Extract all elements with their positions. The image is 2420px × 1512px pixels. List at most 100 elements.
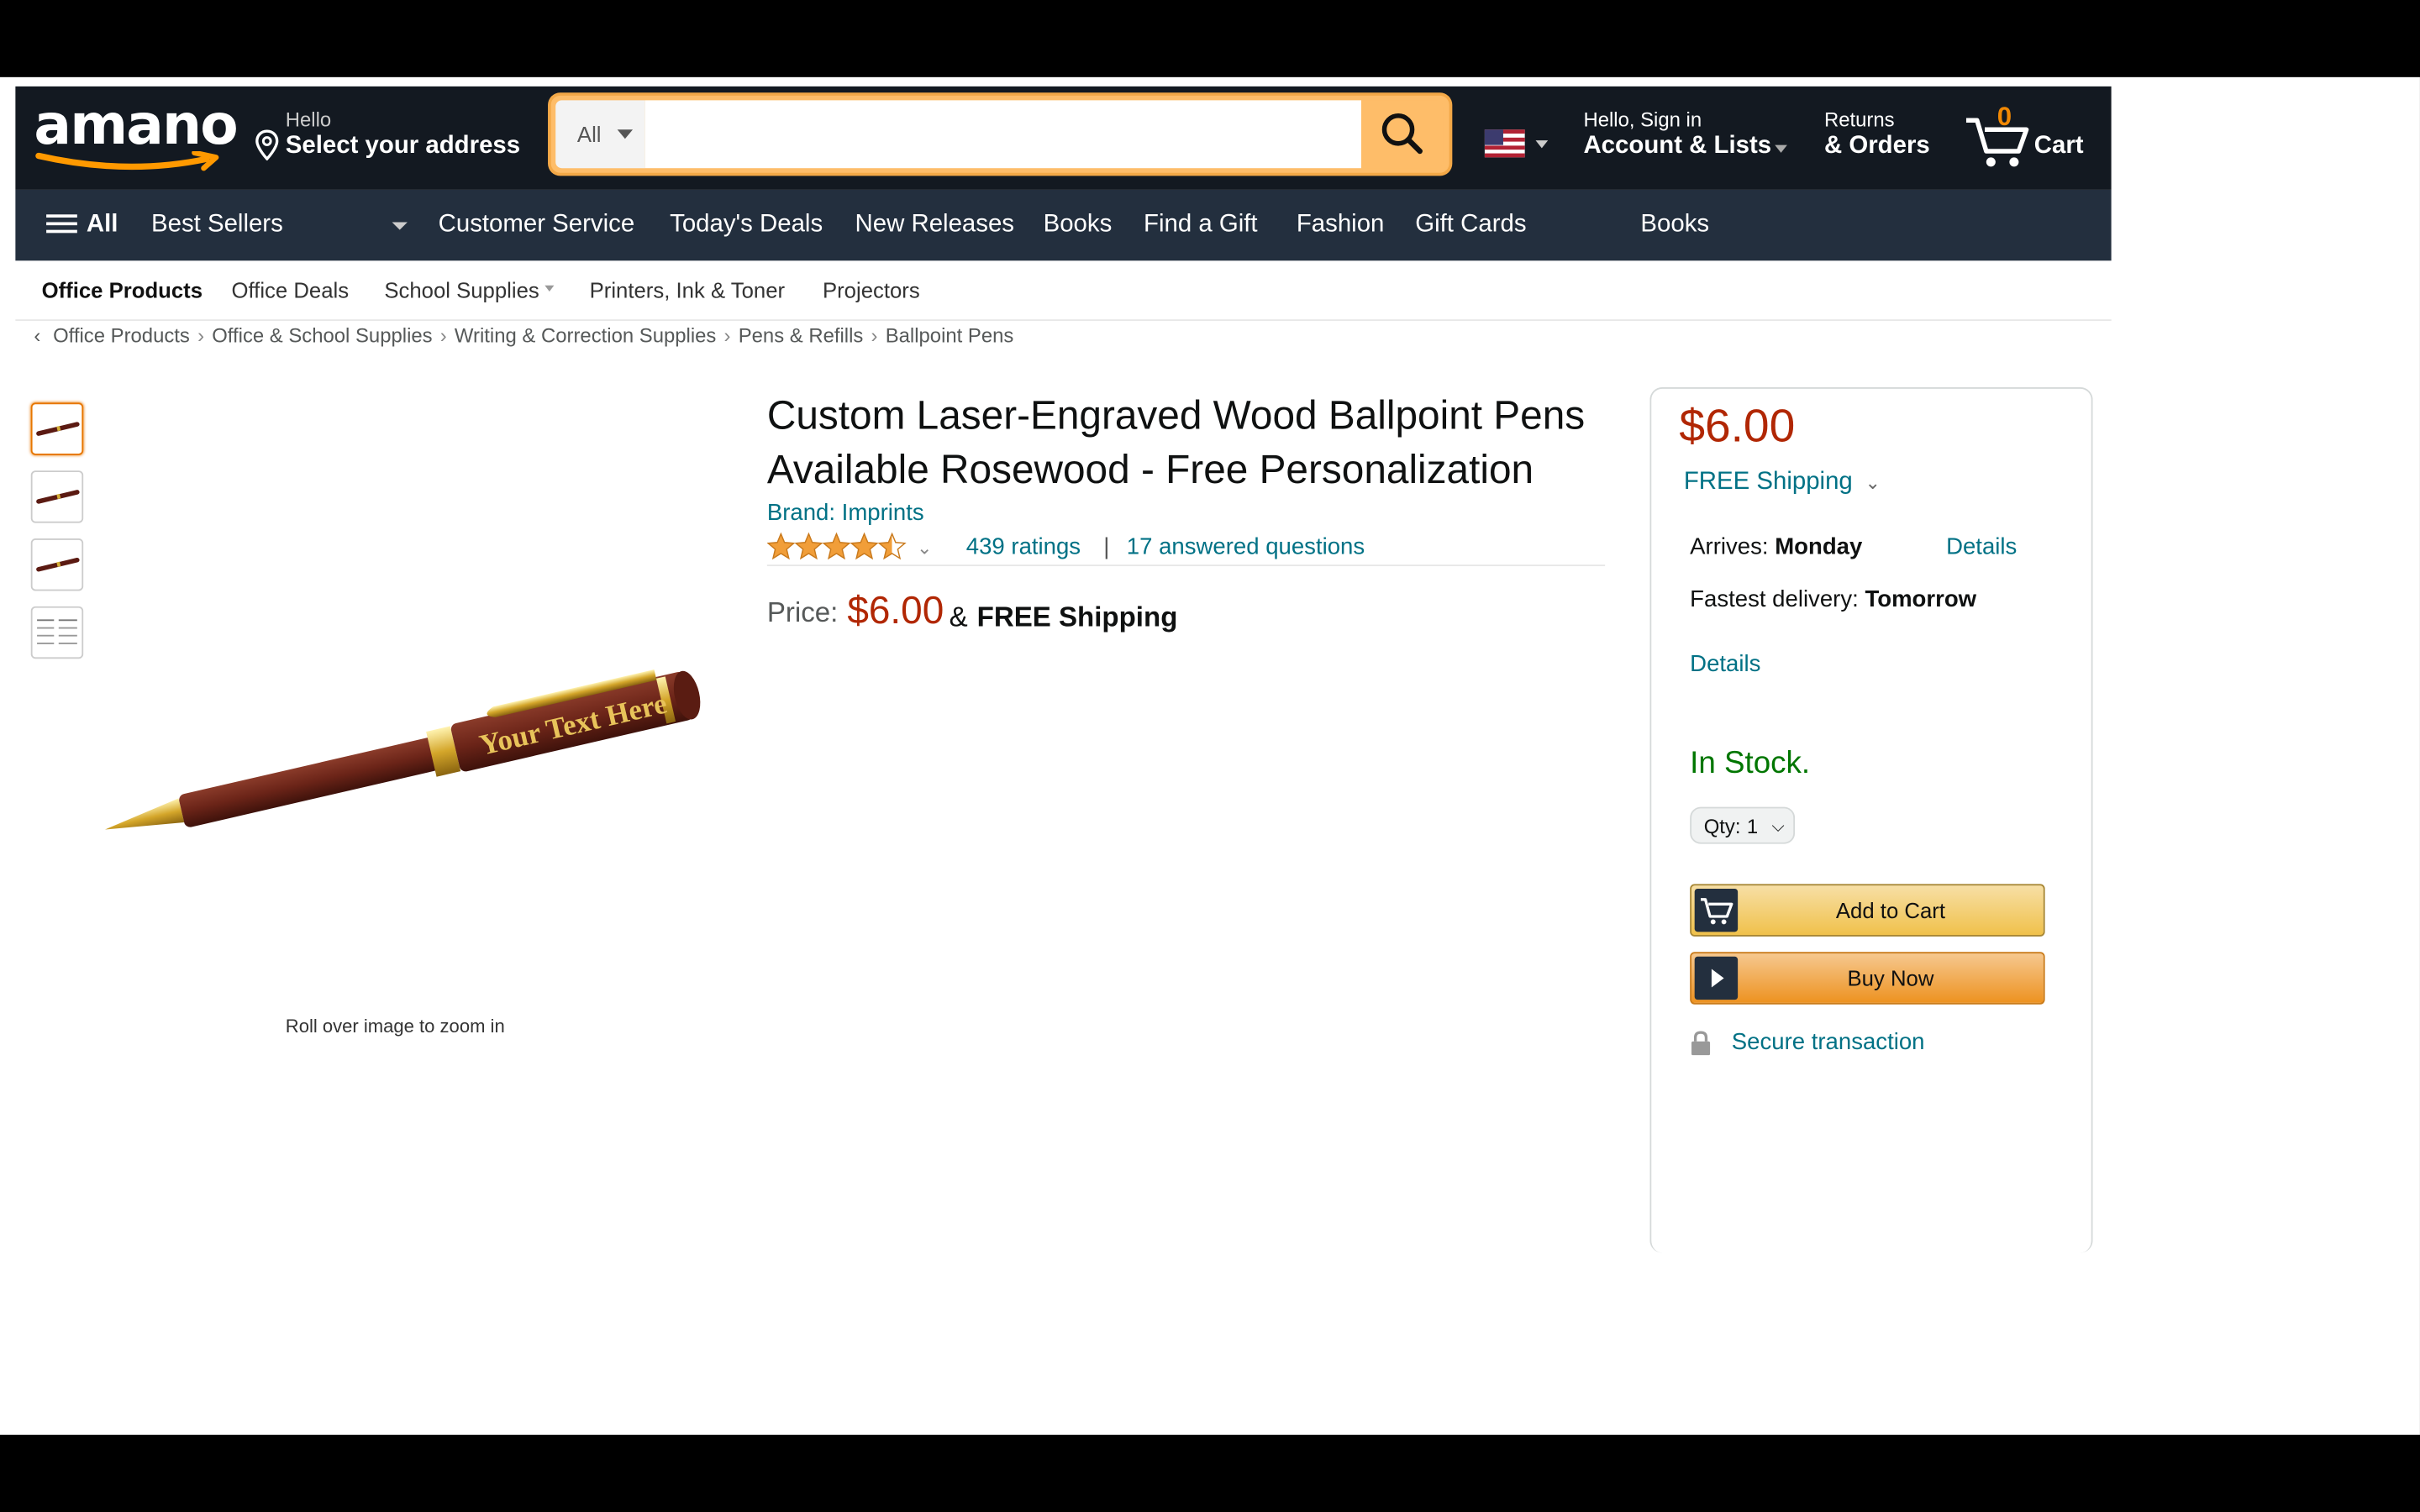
address-selector[interactable]: Hello Select your address <box>255 108 548 170</box>
breadcrumb: ‹ Office Products › Office & School Supplie… <box>34 324 1013 355</box>
nav-new-releases[interactable]: New Releases <box>855 190 1014 260</box>
subnav-office-products[interactable]: Office Products <box>42 260 203 319</box>
price-label: Price: <box>766 596 839 628</box>
nav-customer-service[interactable]: Customer Service <box>439 190 635 260</box>
breadcrumb-item[interactable]: Office & School Supplies <box>212 324 432 348</box>
arrives-info: Arrives: Monday <box>1690 533 1862 559</box>
search-category-label: All <box>576 122 602 147</box>
thumbnail-1[interactable] <box>30 402 84 455</box>
language-selector[interactable] <box>1481 127 1559 160</box>
chart-thumbnail-icon <box>37 619 77 644</box>
fastest-delivery-info: Fastest delivery: Tomorrow <box>1690 586 1976 612</box>
chevron-right-icon: › <box>197 323 205 348</box>
pen-thumbnail-icon <box>36 422 80 436</box>
chevron-down-icon[interactable] <box>392 222 408 230</box>
chevron-down-icon <box>617 129 634 139</box>
logo-text: amano <box>34 94 238 158</box>
location-pin-icon <box>255 129 279 161</box>
arrives-day: Monday <box>1775 533 1863 560</box>
pen-thumbnail-icon <box>36 557 80 572</box>
nav-find-a-gift[interactable]: Find a Gift <box>1144 190 1258 260</box>
subnav-projectors[interactable]: Projectors <box>823 260 920 319</box>
product-title: Custom Laser-Engraved Wood Ballpoint Pen… <box>766 391 1586 492</box>
subnav-office-deals[interactable]: Office Deals <box>232 260 350 319</box>
thumbnail-3[interactable] <box>30 538 84 591</box>
ratings-link[interactable]: 439 ratings <box>966 533 1081 559</box>
qty-value: 1 <box>1746 814 1759 838</box>
fastest-details-link[interactable]: Details <box>1690 651 1760 677</box>
chevron-down-icon[interactable]: ⌄ <box>917 537 932 559</box>
breadcrumb-item[interactable]: Pens & Refills <box>739 324 864 348</box>
all-label: All <box>86 211 118 238</box>
product-image[interactable]: Your Text Here <box>85 617 718 864</box>
free-shipping-label: FREE Shipping <box>976 601 1178 633</box>
hamburger-icon <box>46 209 77 234</box>
letterbox-top <box>0 0 2420 77</box>
chevron-right-icon: › <box>723 323 731 348</box>
smile-icon <box>35 150 219 171</box>
logo[interactable]: amano <box>34 94 239 173</box>
account-greeting: Hello, Sign in <box>1583 108 1702 132</box>
arrives-label: Arrives: <box>1690 533 1769 560</box>
search-category-dropdown[interactable]: All <box>555 100 645 169</box>
stock-status: In Stock. <box>1690 746 1811 781</box>
star-rating-icon[interactable] <box>767 531 909 562</box>
fastest-day: Tomorrow <box>1865 585 1977 613</box>
secure-transaction-label: Secure transaction <box>1731 1029 1925 1056</box>
fastest-label: Fastest delivery: <box>1690 585 1859 613</box>
buy-now-label: Buy Now <box>1847 965 1934 991</box>
delivery-details-link[interactable]: Details <box>1946 533 2017 559</box>
quantity-select[interactable]: Qty: 1 ⌵ <box>1690 806 1796 844</box>
search-bar: All <box>550 95 1449 173</box>
pen-image: Your Text Here <box>104 669 701 830</box>
buybox-shipping-link[interactable]: FREE Shipping ⌄ <box>1684 469 1881 496</box>
buybox-shipping-label: FREE Shipping <box>1683 469 1853 496</box>
us-flag-icon <box>1484 129 1549 158</box>
returns-label: Returns <box>1823 108 1895 132</box>
search-icon <box>1381 113 1423 155</box>
subnav-printers[interactable]: Printers, Ink & Toner <box>590 260 785 319</box>
returns-orders-link[interactable]: Returns & Orders <box>1824 108 1963 170</box>
breadcrumb-back-icon[interactable]: ‹ <box>34 324 40 348</box>
account-label: Account & Lists <box>1583 132 1772 160</box>
nav-todays-deals[interactable]: Today's Deals <box>670 190 823 260</box>
chevron-down-icon <box>1775 144 1787 153</box>
subnav-school-supplies[interactable]: School Supplies <box>384 260 555 319</box>
cart-button[interactable]: 0 Cart <box>1963 102 2102 176</box>
add-to-cart-button[interactable]: Add to Cart <box>1690 884 2045 937</box>
rating-row: ⌄ 439 ratings | 17 answered questions <box>766 531 1606 567</box>
cart-label: Cart <box>2033 132 2084 160</box>
nav-best-sellers[interactable]: Best Sellers <box>151 190 283 260</box>
search-input[interactable] <box>644 100 1361 169</box>
address-label: Select your address <box>285 132 521 160</box>
nav-fashion[interactable]: Fashion <box>1297 190 1385 260</box>
brand-link[interactable]: Brand: Imprints <box>767 500 924 526</box>
buy-now-button[interactable]: Buy Now <box>1690 952 2045 1005</box>
account-menu[interactable]: Hello, Sign in Account & Lists <box>1583 108 1815 170</box>
chevron-down-icon: ⌄ <box>1865 472 1881 494</box>
search-button[interactable] <box>1362 100 1444 169</box>
header: amano Hello Select your address All Hell… <box>15 86 2112 190</box>
chevron-right-icon: › <box>871 323 878 348</box>
product-page: amano Hello Select your address All Hell… <box>0 76 2420 1436</box>
thumbnail-4[interactable] <box>30 606 84 659</box>
letterbox-bottom <box>0 1435 2420 1512</box>
breadcrumb-item[interactable]: Writing & Correction Supplies <box>455 324 716 348</box>
subnav-school-supplies-label: School Supplies <box>384 277 539 302</box>
buy-box: $6.00 FREE Shipping ⌄ Arrives: Monday Det… <box>1649 387 2093 1253</box>
qty-label: Qty: <box>1703 814 1741 838</box>
nav-books[interactable]: Books <box>1044 190 1113 260</box>
breadcrumb-item[interactable]: Office Products <box>53 324 190 348</box>
price-amp: & <box>949 601 968 633</box>
lock-icon <box>1691 1031 1711 1056</box>
breadcrumb-item[interactable]: Ballpoint Pens <box>886 324 1014 348</box>
chevron-right-icon: › <box>439 323 447 348</box>
zoom-hint: Roll over image to zoom in <box>285 1015 505 1037</box>
nav-gift-cards[interactable]: Gift Cards <box>1415 190 1526 260</box>
orders-label: & Orders <box>1823 132 1930 160</box>
nav-books-2[interactable]: Books <box>1640 190 1709 260</box>
all-menu-button[interactable]: All <box>46 190 118 260</box>
cart-icon <box>1694 888 1739 932</box>
answered-questions-link[interactable]: 17 answered questions <box>1127 533 1365 559</box>
thumbnail-2[interactable] <box>30 470 84 523</box>
